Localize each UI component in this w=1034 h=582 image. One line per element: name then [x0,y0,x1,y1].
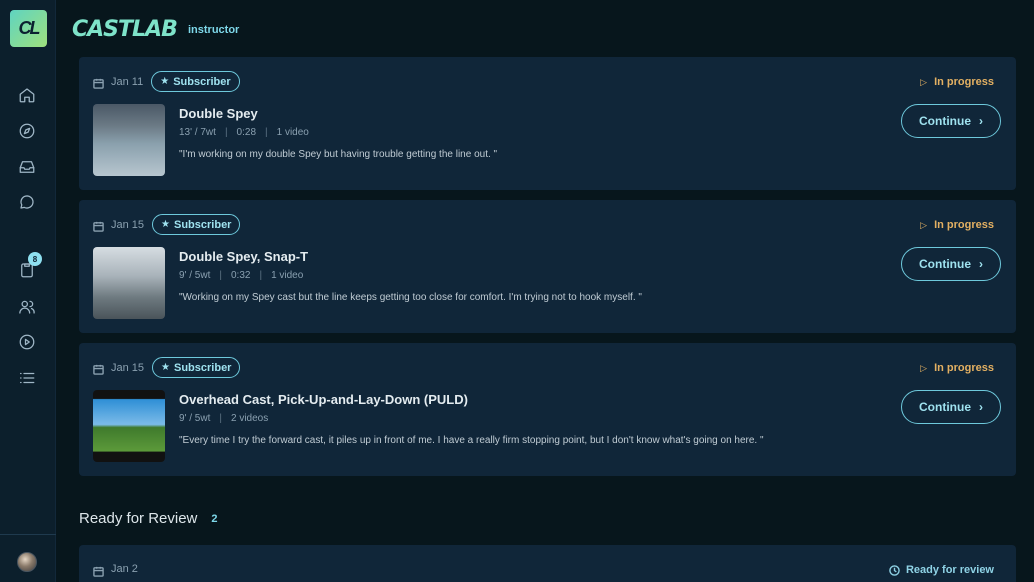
status-indicator: Ready for review [889,564,994,576]
continue-label: Continue [919,257,971,271]
section-heading: Ready for Review 2 [79,510,218,527]
submission-quote: "I'm working on my double Spey but havin… [179,149,498,160]
calendar-icon [93,219,104,232]
logo[interactable]: CL [10,10,47,47]
video-duration: 0:32 [230,270,251,281]
continue-button[interactable]: Continue › [901,104,1001,138]
section-count: 2 [211,512,218,525]
compass-icon[interactable] [17,121,37,141]
subscriber-badge-label: Subscriber [174,218,232,231]
play-icon: ▷ [920,219,928,230]
home-icon[interactable] [17,85,37,105]
submission-card[interactable]: Jan 15 ★ Subscriber ▷ In progress Overhead… [79,343,1016,476]
submission-card[interactable]: Jan 11 ★ Subscriber ▷ In progress Double S… [79,57,1016,190]
status-label: In progress [934,76,994,88]
video-count: 1 video [271,270,304,281]
submission-quote: "Every time I try the forward cast, it p… [179,435,764,446]
status-indicator: ▷ In progress [920,362,994,374]
calendar-icon [93,362,104,375]
submission-card[interactable]: Jan 2 Ready for review [79,545,1016,582]
role-label: instructor [188,24,240,36]
subscriber-badge: ★ Subscriber [152,357,241,378]
video-thumbnail[interactable] [93,104,165,176]
submission-card[interactable]: Jan 15 ★ Subscriber ▷ In progress Double S… [79,200,1016,333]
submission-date: Jan 15 [111,218,145,231]
video-thumbnail[interactable] [93,390,165,462]
status-label: Ready for review [905,564,994,576]
video-thumbnail[interactable] [93,247,165,319]
submission-meta: 9' / 5wt | 0:32 | 1 video [179,270,304,281]
calendar-icon [93,564,104,577]
submission-meta: 13' / 7wt | 0:28 | 1 video [179,127,309,138]
subscriber-badge-label: Subscriber [174,361,232,374]
list-icon[interactable] [17,368,37,388]
continue-button[interactable]: Continue › [901,390,1001,424]
status-indicator: ▷ In progress [920,219,994,231]
clock-icon [889,564,900,576]
notification-badge: 8 [28,252,42,266]
chevron-right-icon: › [979,114,983,128]
rod-spec: 9' / 5wt [179,413,211,424]
submission-title: Overhead Cast, Pick-Up-and-Lay-Down (PUL… [179,392,468,407]
subscriber-badge: ★ Subscriber [152,214,241,235]
rod-spec: 13' / 7wt [179,127,216,138]
chat-icon[interactable] [17,192,37,212]
users-icon[interactable] [17,297,37,317]
sidebar: CL 8 [0,0,56,582]
chevron-right-icon: › [979,400,983,414]
star-icon: ★ [161,219,170,230]
section-title: Ready for Review [79,510,198,527]
chevron-right-icon: › [979,257,983,271]
video-count: 1 video [276,127,309,138]
calendar-icon [93,76,104,89]
submission-meta: 9' / 5wt | 2 videos [179,413,269,424]
submission-quote: "Working on my Spey cast but the line ke… [179,292,642,303]
submission-date: Jan 15 [111,361,145,374]
inbox-icon[interactable] [17,157,37,177]
star-icon: ★ [160,76,170,87]
video-duration: 0:28 [236,127,257,138]
continue-label: Continue [919,400,971,414]
submission-date: Jan 2 [111,563,138,575]
continue-button[interactable]: Continue › [901,247,1001,281]
play-icon: ▷ [920,76,928,87]
status-label: In progress [934,362,994,374]
avatar[interactable] [17,552,37,572]
clipboard-icon[interactable]: 8 [17,252,42,280]
submission-date: Jan 11 [111,75,144,88]
rod-spec: 9' / 5wt [179,270,211,281]
sidebar-divider [0,534,56,535]
continue-label: Continue [919,114,971,128]
play-icon: ▷ [920,362,928,373]
status-label: In progress [934,219,994,231]
submission-title: Double Spey [179,106,258,121]
subscriber-badge: ★ Subscriber [151,71,240,92]
submission-title: Double Spey, Snap-T [179,249,309,264]
star-icon: ★ [161,362,170,373]
status-indicator: ▷ In progress [920,76,994,88]
video-count: 2 videos [230,413,269,424]
play-circle-icon[interactable] [17,332,37,352]
subscriber-badge-label: Subscriber [173,75,231,88]
brand-logo[interactable]: CASTLAB [72,17,178,42]
